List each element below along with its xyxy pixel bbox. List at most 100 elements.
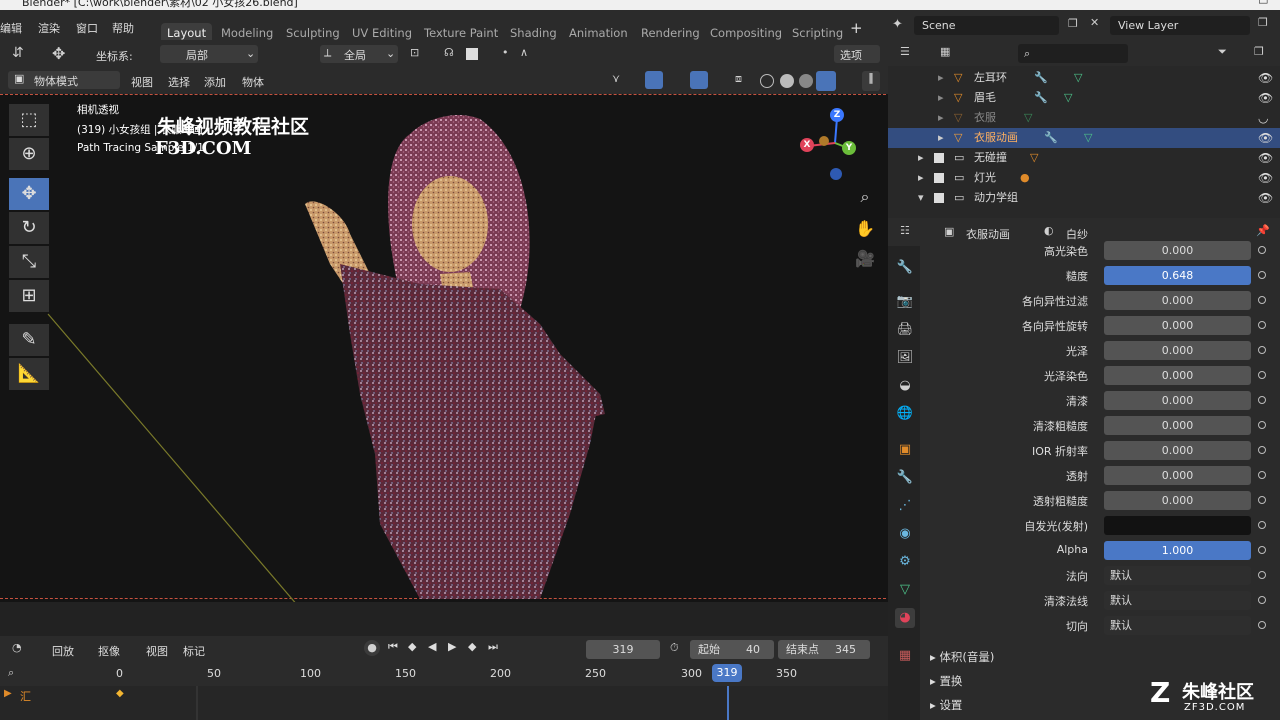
outliner-item-selected[interactable]: ▸ ▽ 衣服动画 🔧 ▽ 👁 <box>888 128 1280 148</box>
property-value-field[interactable]: 0.000 <box>1104 341 1251 360</box>
outliner-search[interactable]: ⌕ <box>1018 44 1128 63</box>
summary-expand-icon[interactable]: ▶ <box>4 688 12 699</box>
physics-tab-icon[interactable]: ◉ <box>895 524 915 544</box>
move-gizmo-icon[interactable]: ✥ <box>52 44 65 63</box>
modifier-tab-icon[interactable]: 🔧 <box>895 468 915 488</box>
jump-start-icon[interactable]: ⏮ <box>388 640 398 654</box>
tool-tab-icon[interactable]: 🔧 <box>895 258 915 278</box>
wireframe-shading-icon[interactable] <box>760 74 774 88</box>
eye-icon[interactable]: 👁 <box>1258 168 1273 188</box>
keyframe-icon[interactable]: ◆ <box>116 688 124 699</box>
zoom-icon[interactable]: ⌕ <box>852 184 878 210</box>
socket-link-icon[interactable] <box>1258 421 1266 429</box>
maximize-icon[interactable]: □ <box>1258 0 1268 4</box>
overlay-toggle-icon[interactable] <box>690 71 708 89</box>
xray-icon[interactable]: ⧈ <box>735 72 742 86</box>
outliner-item[interactable]: ▸ ▭ 灯光 ● 👁 <box>888 168 1280 188</box>
socket-link-icon[interactable] <box>1258 271 1266 279</box>
outliner-item[interactable]: ▸ ▽ 左耳环 🔧 ▽ 👁 <box>888 68 1280 88</box>
timeline-view-menu[interactable]: 视图 <box>146 643 168 659</box>
outliner-item[interactable]: ▸ ▽ 眉毛 🔧 ▽ 👁 <box>888 88 1280 108</box>
outliner-item[interactable]: ▸ ▭ 无碰撞 ▽ 👁 <box>888 148 1280 168</box>
property-value-field[interactable]: 0.648 <box>1104 266 1251 285</box>
socket-link-icon[interactable] <box>1258 446 1266 454</box>
menu-help[interactable]: 帮助 <box>112 20 134 36</box>
coord-dropdown[interactable]: 局部 ⌄ <box>160 45 258 63</box>
annotate-tool[interactable]: ✎ <box>9 324 49 356</box>
socket-link-icon[interactable] <box>1258 371 1266 379</box>
outliner-item[interactable]: ▾ ▭ 动力学组 👁 <box>888 188 1280 208</box>
editor-type-icon[interactable]: ◔ <box>12 641 22 654</box>
eye-icon[interactable]: 👁 <box>1258 128 1273 148</box>
playhead-frame[interactable]: 319 <box>712 664 742 682</box>
socket-link-icon[interactable] <box>1258 521 1266 529</box>
eye-icon[interactable]: 👁 <box>1258 68 1273 88</box>
eye-icon[interactable]: 👁 <box>1258 148 1273 168</box>
checkbox-icon[interactable] <box>934 193 944 203</box>
proportional-edit-icon[interactable]: ☊ <box>444 46 454 59</box>
data-tab-icon[interactable]: ▽ <box>895 580 915 600</box>
eye-hidden-icon[interactable]: ◡ <box>1258 108 1268 128</box>
view-layer-field[interactable]: View Layer <box>1110 16 1250 35</box>
property-value-field[interactable]: 默认 <box>1104 591 1251 610</box>
record-icon[interactable]: ● <box>364 640 380 656</box>
material-shading-icon[interactable] <box>799 74 813 88</box>
frame-start-field[interactable]: 起始 40 <box>690 640 774 659</box>
options-dropdown[interactable]: 选项 <box>834 45 880 63</box>
socket-link-icon[interactable] <box>1258 596 1266 604</box>
frame-end-field[interactable]: 结束点 345 <box>778 640 870 659</box>
section-displacement[interactable]: ▸ 置换 <box>930 673 962 689</box>
checkbox-icon[interactable] <box>934 153 944 163</box>
socket-link-icon[interactable] <box>1258 296 1266 304</box>
socket-link-icon[interactable] <box>1258 396 1266 404</box>
jump-end-icon[interactable]: ⏭ <box>488 640 498 654</box>
move-tool[interactable]: ✥ <box>9 178 49 210</box>
menu-edit[interactable]: 编辑 <box>0 20 22 36</box>
property-value-field[interactable]: 0.000 <box>1104 316 1251 335</box>
falloff-dot-icon[interactable]: • <box>502 46 509 59</box>
scene-tab-icon[interactable]: ◒ <box>895 376 915 396</box>
section-settings[interactable]: ▸ 设置 <box>930 697 962 713</box>
eye-icon[interactable]: 👁 <box>1258 188 1273 208</box>
camera-view-icon[interactable]: 🎥 <box>852 246 878 272</box>
copy-scene-icon[interactable]: ❐ <box>1068 17 1078 30</box>
property-value-field[interactable]: 0.000 <box>1104 391 1251 410</box>
property-value-field[interactable]: 0.000 <box>1104 441 1251 460</box>
gizmo-toggle-icon[interactable] <box>645 71 663 89</box>
filter-icon[interactable]: ⏷ <box>1218 45 1227 59</box>
property-value-field[interactable]: 0.000 <box>1104 291 1251 310</box>
transform-mode-icon[interactable]: ⇵ <box>12 45 24 61</box>
y-axis-icon[interactable]: Y <box>842 141 856 155</box>
view-layer-add-icon[interactable]: ❐ <box>1258 16 1268 29</box>
menu-select[interactable]: 选择 <box>168 74 190 90</box>
property-value-field[interactable]: 1.000 <box>1104 541 1251 560</box>
menu-add[interactable]: 添加 <box>204 74 226 90</box>
measure-tool[interactable]: 📐 <box>9 358 49 390</box>
transform-tool[interactable]: ⊞ <box>9 280 49 312</box>
rotate-tool[interactable]: ↻ <box>9 212 49 244</box>
property-value-field[interactable]: 默认 <box>1104 566 1251 585</box>
property-value-field[interactable]: 0.000 <box>1104 416 1251 435</box>
prev-key-icon[interactable]: ◆ <box>408 640 416 653</box>
world-tab-icon[interactable]: 🌐 <box>895 404 915 424</box>
socket-link-icon[interactable] <box>1258 546 1266 554</box>
snap-icon[interactable]: ⊡ <box>410 46 419 59</box>
menu-view[interactable]: 视图 <box>131 74 153 90</box>
search-icon[interactable]: ⌕ <box>8 666 14 680</box>
scene-field[interactable]: Scene <box>914 16 1059 35</box>
pan-hand-icon[interactable]: ✋ <box>852 216 878 242</box>
snap-target-icon[interactable] <box>466 48 478 60</box>
next-key-icon[interactable]: ◆ <box>468 640 476 653</box>
object-tab-icon[interactable]: ▣ <box>895 440 915 460</box>
3d-viewport[interactable]: 相机透视 (319) 小女孩组 | 衣服动画 Path Tracing Samp… <box>0 94 888 602</box>
add-workspace-icon[interactable]: + <box>850 19 863 37</box>
current-frame-field[interactable]: 319 <box>586 640 660 659</box>
z-axis-icon[interactable]: Z <box>830 108 844 122</box>
cursor-tool[interactable]: ⊕ <box>9 138 49 170</box>
mode-dropdown[interactable]: ▣ 物体模式 <box>8 71 120 89</box>
render-tab-icon[interactable]: 📷 <box>895 292 915 312</box>
property-value-field[interactable] <box>1104 516 1251 535</box>
select-box-tool[interactable]: ⬚ <box>9 104 49 136</box>
constraints-tab-icon[interactable]: ⚙ <box>895 552 915 572</box>
x-axis-icon[interactable]: X <box>800 138 814 152</box>
